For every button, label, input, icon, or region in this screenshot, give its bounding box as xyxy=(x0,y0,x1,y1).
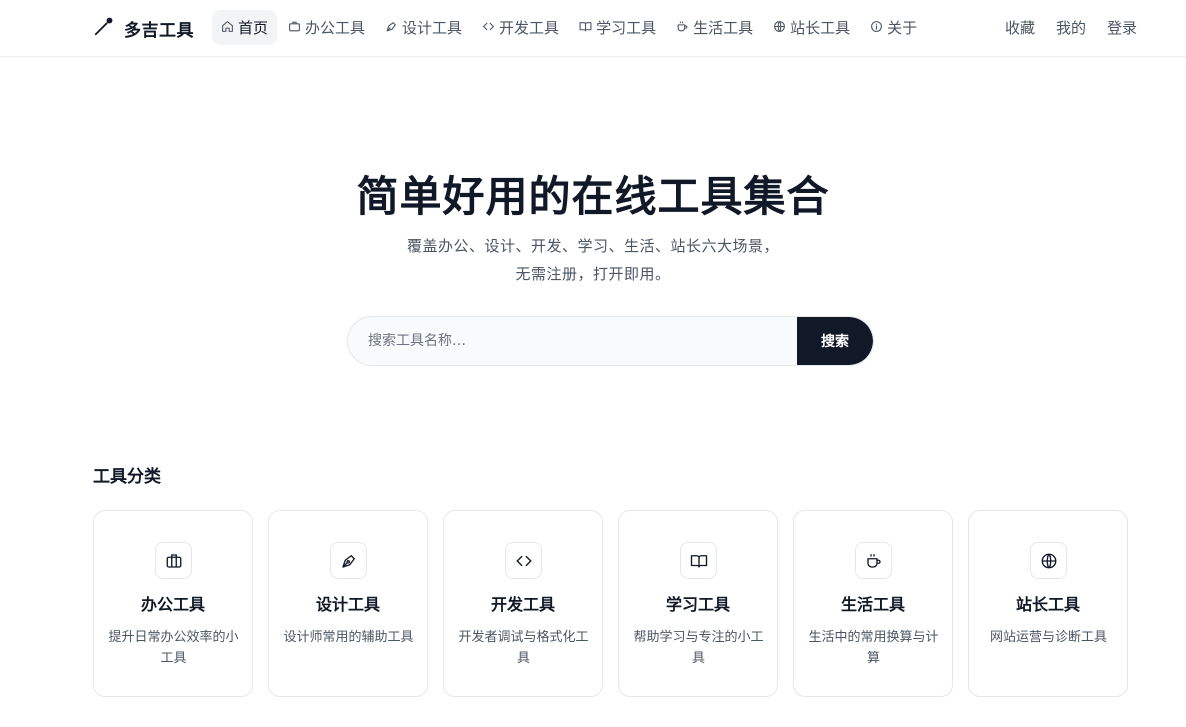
nav-item-label: 生活工具 xyxy=(693,19,754,37)
category-card-life[interactable]: 生活工具 生活中的常用换算与计算 xyxy=(793,510,953,697)
card-description: 开发者调试与格式化工具 xyxy=(458,630,589,666)
nav-item-label: 设计工具 xyxy=(402,19,463,37)
card-title: 开发工具 xyxy=(490,595,555,614)
wand-icon xyxy=(93,15,115,41)
globe-icon xyxy=(773,19,786,37)
search-input[interactable] xyxy=(348,317,800,365)
nav-item-design[interactable]: 设计工具 xyxy=(376,10,471,45)
home-icon xyxy=(221,19,234,37)
brand-logo[interactable]: 多吉工具 xyxy=(93,15,194,41)
nav-item-home[interactable]: 首页 xyxy=(212,10,278,45)
coffee-icon xyxy=(676,19,689,37)
nav-item-label: 关于 xyxy=(887,19,918,37)
book-icon xyxy=(579,19,592,37)
search-button[interactable]: 搜索 xyxy=(797,317,873,365)
pen-icon xyxy=(385,19,398,37)
nav-item-office[interactable]: 办公工具 xyxy=(279,10,374,45)
nav-item-dev[interactable]: 开发工具 xyxy=(473,10,568,45)
coffee-icon xyxy=(855,542,892,579)
user-nav: 收藏 我的 登录 xyxy=(1005,10,1137,45)
category-card-office[interactable]: 办公工具 提升日常办公效率的小工具 xyxy=(93,510,253,697)
category-cards: 办公工具 提升日常办公效率的小工具 设计工具 设计师常用的辅助工具 开发工具 开… xyxy=(93,510,1128,697)
card-description: 生活中的常用换算与计算 xyxy=(808,630,939,666)
card-description: 提升日常办公效率的小工具 xyxy=(108,630,239,666)
card-description: 帮助学习与专注的小工具 xyxy=(633,630,764,666)
top-navbar: 多吉工具 首页 办公工具 设计工具 开发工具 学习工具 生活工具 站长工具 关于… xyxy=(0,0,1186,57)
hero-title: 简单好用的在线工具集合 xyxy=(356,172,830,221)
card-title: 生活工具 xyxy=(840,595,905,614)
card-description: 设计师常用的辅助工具 xyxy=(283,630,414,645)
hero-subtitle-line2: 无需注册，打开即用。 xyxy=(515,265,671,283)
search-bar: 搜索 xyxy=(347,316,874,366)
nav-item-label: 首页 xyxy=(238,19,269,37)
card-title: 设计工具 xyxy=(315,595,380,614)
favorites-link[interactable]: 收藏 xyxy=(1005,17,1035,38)
card-title: 办公工具 xyxy=(140,595,205,614)
login-link[interactable]: 登录 xyxy=(1107,17,1137,38)
hero-subtitle-line1: 覆盖办公、设计、开发、学习、生活、站长六大场景， xyxy=(406,237,779,255)
briefcase-icon xyxy=(288,19,301,37)
code-icon xyxy=(482,19,495,37)
card-title: 站长工具 xyxy=(1015,595,1080,614)
nav-item-webmaster[interactable]: 站长工具 xyxy=(764,10,859,45)
category-card-learning[interactable]: 学习工具 帮助学习与专注的小工具 xyxy=(618,510,778,697)
nav-item-label: 办公工具 xyxy=(305,19,366,37)
category-card-dev[interactable]: 开发工具 开发者调试与格式化工具 xyxy=(443,510,603,697)
card-title: 学习工具 xyxy=(665,595,730,614)
pen-icon xyxy=(330,542,367,579)
category-card-design[interactable]: 设计工具 设计师常用的辅助工具 xyxy=(268,510,428,697)
briefcase-icon xyxy=(155,542,192,579)
card-description: 网站运营与诊断工具 xyxy=(989,630,1107,645)
category-card-webmaster[interactable]: 站长工具 网站运营与诊断工具 xyxy=(968,510,1128,697)
nav-item-about[interactable]: 关于 xyxy=(861,10,926,45)
info-icon xyxy=(870,19,883,37)
nav-item-label: 学习工具 xyxy=(596,19,657,37)
book-icon xyxy=(680,542,717,579)
categories-title: 工具分类 xyxy=(93,467,161,487)
mine-link[interactable]: 我的 xyxy=(1056,17,1086,38)
main-nav: 首页 办公工具 设计工具 开发工具 学习工具 生活工具 站长工具 关于 xyxy=(212,10,926,45)
code-icon xyxy=(505,542,542,579)
nav-item-life[interactable]: 生活工具 xyxy=(667,10,762,45)
globe-icon xyxy=(1030,542,1067,579)
nav-item-label: 站长工具 xyxy=(790,19,851,37)
nav-item-label: 开发工具 xyxy=(499,19,560,37)
nav-item-learning[interactable]: 学习工具 xyxy=(570,10,665,45)
brand-name: 多吉工具 xyxy=(124,20,194,41)
